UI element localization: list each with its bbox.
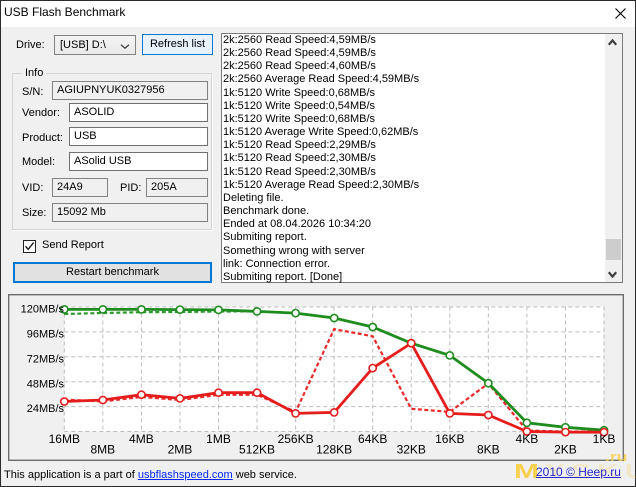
svg-text:512KB: 512KB [239,442,275,456]
svg-text:1KB: 1KB [593,432,616,446]
svg-text:64KB: 64KB [358,432,387,446]
svg-text:72MB/s: 72MB/s [27,353,65,365]
svg-text:32KB: 32KB [397,442,426,456]
svg-text:128KB: 128KB [316,442,352,456]
svg-text:2MB: 2MB [168,442,193,456]
svg-text:256KB: 256KB [278,432,314,446]
svg-text:48MB/s: 48MB/s [27,378,65,390]
svg-text:120MB/s: 120MB/s [21,304,65,316]
svg-text:16MB: 16MB [49,432,80,446]
svg-text:96MB/s: 96MB/s [27,329,65,341]
svg-text:2KB: 2KB [554,442,577,456]
svg-text:24MB/s: 24MB/s [27,403,65,415]
svg-text:4KB: 4KB [516,432,539,446]
svg-text:16KB: 16KB [435,432,464,446]
svg-text:4MB: 4MB [129,432,154,446]
svg-text:8MB: 8MB [91,442,116,456]
svg-text:8KB: 8KB [477,442,500,456]
svg-text:1MB: 1MB [206,432,231,446]
